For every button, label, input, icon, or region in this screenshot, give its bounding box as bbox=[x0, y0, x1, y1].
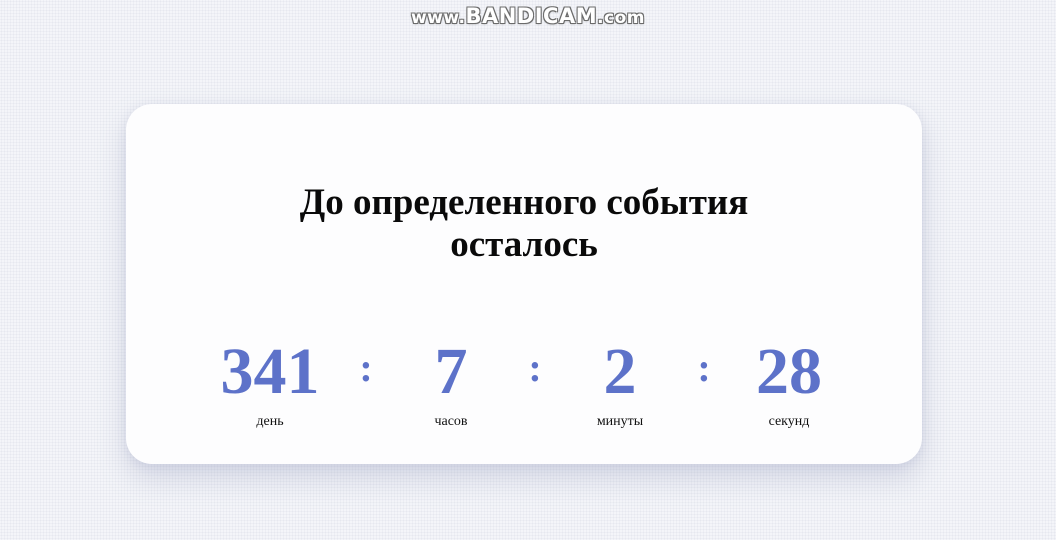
countdown-timer: 341 день : 7 часов : 2 минуты : 28 секун… bbox=[126, 336, 922, 436]
countdown-title: До определенного события осталось bbox=[126, 182, 922, 266]
days-label: день bbox=[256, 414, 284, 429]
hours-unit: 7 часов bbox=[371, 336, 531, 430]
minutes-unit: 2 минуты bbox=[540, 336, 700, 430]
minutes-value: 2 bbox=[603, 335, 637, 408]
seconds-label: секунд bbox=[768, 414, 810, 429]
title-line-2: осталось bbox=[450, 224, 598, 265]
bandicam-watermark: www.BANDICAM.com bbox=[0, 4, 1056, 28]
minutes-label: минуты bbox=[596, 414, 644, 429]
seconds-unit: 28 секунд bbox=[709, 336, 869, 430]
watermark-brand: BANDICAM bbox=[465, 4, 598, 28]
watermark-prefix: www. bbox=[410, 8, 466, 28]
days-unit: 341 день bbox=[190, 336, 350, 430]
watermark-suffix: .com bbox=[597, 8, 646, 28]
title-line-1: До определенного события bbox=[299, 182, 749, 223]
hours-label: часов bbox=[434, 414, 468, 429]
countdown-card: До определенного события осталось 341 де… bbox=[126, 104, 922, 464]
hours-value: 7 bbox=[434, 335, 468, 408]
days-value: 341 bbox=[220, 335, 320, 408]
seconds-value: 28 bbox=[756, 335, 822, 408]
